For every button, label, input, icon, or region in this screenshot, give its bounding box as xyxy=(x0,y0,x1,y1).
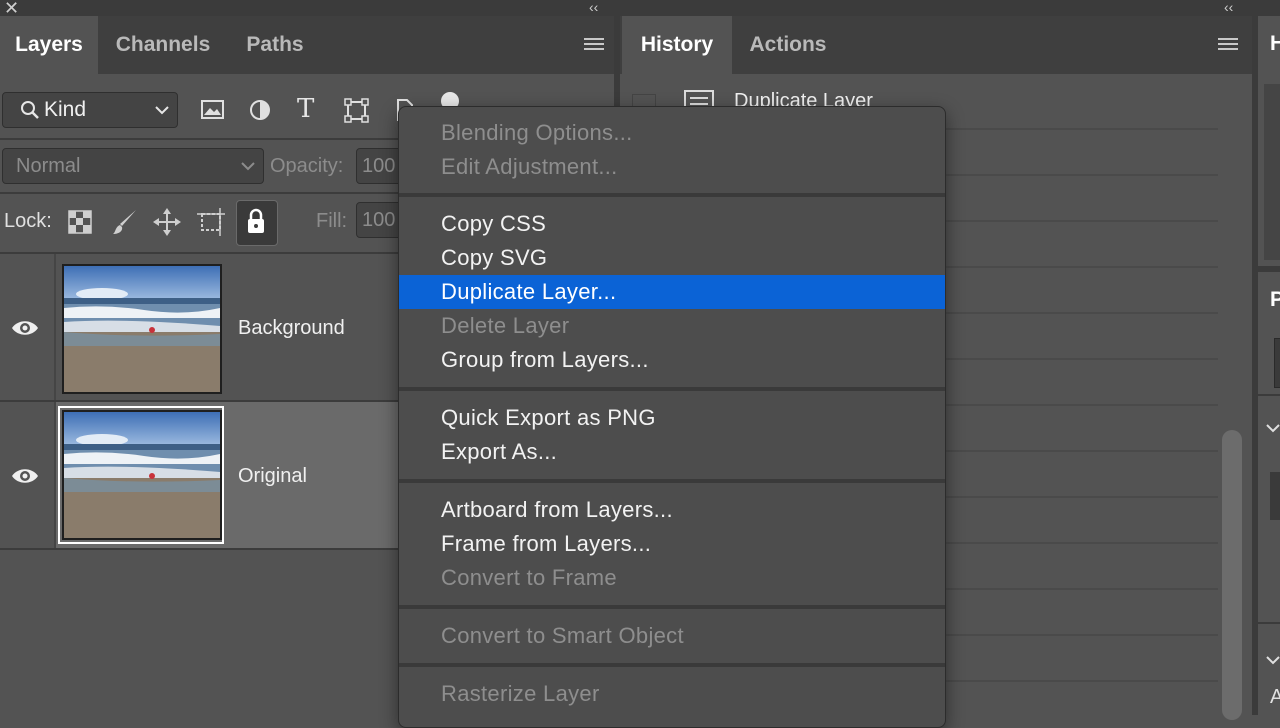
menu-item-frame-from-layers[interactable]: Frame from Layers... xyxy=(399,527,945,561)
fill-value: 100 xyxy=(362,209,396,231)
fill-label: Fill: xyxy=(316,210,348,232)
top-strip xyxy=(0,0,1280,16)
menu-separator xyxy=(399,479,945,483)
menu-item-copy-svg[interactable]: Copy SVG xyxy=(399,241,945,275)
menu-item-convert-to-frame: Convert to Frame xyxy=(441,565,617,590)
adjustment-layer-filter-icon[interactable] xyxy=(248,98,272,122)
tab-paths[interactable]: Paths xyxy=(228,16,322,74)
type-layer-filter-icon[interactable]: T xyxy=(297,94,314,124)
lock-position-icon[interactable] xyxy=(153,208,181,236)
lock-image-pixels-icon[interactable] xyxy=(112,208,138,236)
panel-divider xyxy=(1252,16,1258,715)
history-scrollbar[interactable] xyxy=(1222,430,1242,720)
chevron-down-icon[interactable] xyxy=(1266,422,1280,434)
menu-separator xyxy=(399,605,945,609)
menu-item-quick-export-png[interactable]: Quick Export as PNG xyxy=(399,401,945,435)
menu-item-blending-options: Blending Options... xyxy=(441,120,633,145)
collapse-panel-icon[interactable]: ‹‹ xyxy=(1224,0,1233,14)
pixel-layer-filter-icon[interactable] xyxy=(200,98,226,122)
tab-channels[interactable]: Channels xyxy=(100,16,226,74)
tab-layers[interactable]: Layers xyxy=(0,16,98,74)
lock-label: Lock: xyxy=(4,210,52,232)
chevron-down-icon xyxy=(155,106,169,115)
partial-panel-label: P xyxy=(1270,288,1280,311)
tab-actions[interactable]: Actions xyxy=(734,16,842,74)
search-icon xyxy=(21,101,39,119)
tab-history[interactable]: History xyxy=(622,16,732,74)
menu-separator xyxy=(399,193,945,197)
menu-item-duplicate-layer[interactable]: Duplicate Layer... xyxy=(399,275,945,309)
lock-icon xyxy=(248,208,264,233)
filter-kind-label: Kind xyxy=(44,98,87,121)
visibility-eye-icon[interactable] xyxy=(10,466,40,486)
layer-thumbnail xyxy=(62,410,222,540)
panel-menu-icon[interactable] xyxy=(584,38,604,52)
context-menu: Blending Options... Edit Adjustment... C… xyxy=(398,106,946,728)
opacity-label: Opacity: xyxy=(270,155,344,177)
menu-item-edit-adjustment: Edit Adjustment... xyxy=(441,154,618,179)
partial-panel-label: A xyxy=(1270,686,1280,708)
chevron-down-icon[interactable] xyxy=(1266,654,1280,666)
menu-separator xyxy=(399,663,945,667)
partial-panel-label: H xyxy=(1270,32,1280,55)
menu-item-convert-to-smart-object: Convert to Smart Object xyxy=(441,623,684,648)
opacity-value: 100 xyxy=(362,155,396,177)
collapse-panel-icon[interactable]: ‹‹ xyxy=(589,0,598,14)
menu-item-group-from-layers[interactable]: Group from Layers... xyxy=(399,343,945,377)
shape-layer-filter-icon[interactable] xyxy=(344,98,370,124)
lock-artboard-icon[interactable] xyxy=(197,208,225,236)
menu-item-rasterize-layer: Rasterize Layer xyxy=(441,681,600,706)
menu-item-export-as[interactable]: Export As... xyxy=(399,435,945,469)
lock-transparent-pixels-icon[interactable] xyxy=(68,210,92,234)
menu-item-delete-layer: Delete Layer xyxy=(441,313,570,338)
layer-thumbnail xyxy=(62,264,222,394)
menu-separator xyxy=(399,387,945,391)
blend-mode-value: Normal xyxy=(16,155,81,177)
partial-panel-content xyxy=(1264,84,1280,260)
visibility-eye-icon[interactable] xyxy=(10,318,40,338)
menu-item-copy-css[interactable]: Copy CSS xyxy=(399,207,945,241)
menu-item-artboard-from-layers[interactable]: Artboard from Layers... xyxy=(399,493,945,527)
chevron-down-icon xyxy=(241,162,255,171)
panel-menu-icon[interactable] xyxy=(1218,38,1238,52)
layer-name[interactable]: Original xyxy=(238,465,307,488)
layer-name[interactable]: Background xyxy=(238,317,345,340)
